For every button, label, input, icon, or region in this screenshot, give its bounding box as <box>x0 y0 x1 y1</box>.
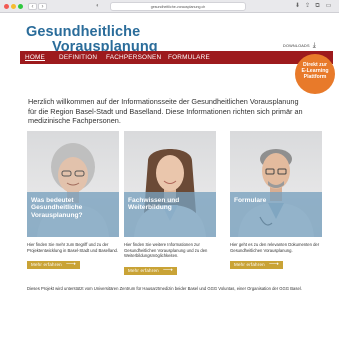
card-description: Hier finden Sie weitere Informationen zu… <box>124 242 208 258</box>
download-arrow-icon: ⤓ <box>312 42 316 49</box>
mehr-erfahren-button[interactable]: Mehr erfahren ⟶ <box>124 266 178 275</box>
card-image[interactable]: Was bedeutet Gesundheitliche Vorausplanu… <box>27 131 119 237</box>
card-description: Hier finden Sie mehr zum Begriff und zu … <box>27 242 119 253</box>
nav-item-fachpersonen[interactable]: FACHPERSONEN <box>106 51 161 64</box>
browser-toolbar: ‹ › ◐ gesundheitliche-vorausplanung.ch ⬇… <box>0 0 339 13</box>
close-window-button[interactable] <box>4 4 9 9</box>
intro-text: Herzlich willkommen auf der Informations… <box>28 97 303 125</box>
arrow-right-icon: ⟶ <box>268 261 280 268</box>
logo-line-1: Gesundheitliche <box>26 24 141 40</box>
card-image[interactable]: Formulare <box>230 131 322 237</box>
card-formulare: Formulare Hier geht es zu den relevanten… <box>230 131 322 271</box>
badge-line-3: Plattform <box>303 74 327 80</box>
back-button[interactable]: ‹ <box>28 3 37 10</box>
privacy-shield-icon[interactable]: ◐ <box>96 3 100 10</box>
card-fachwissen: Fachwissen und Weiterbildung Hier finden… <box>124 131 216 277</box>
arrow-right-icon: ⟶ <box>162 266 174 274</box>
arrow-right-icon: ⟶ <box>65 261 77 268</box>
card-title: Formulare <box>234 197 267 204</box>
card-title: Fachwissen und Weiterbildung <box>128 197 180 212</box>
tabs-icon[interactable]: ⧉ <box>314 3 321 10</box>
main-navigation: HOME DEFINITION FACHPERSONEN FORMULARE <box>20 51 333 64</box>
nav-item-home[interactable]: HOME <box>25 51 45 64</box>
card-description: Hier geht es zu den relevanten Dokumente… <box>230 242 320 253</box>
button-label: Mehr erfahren <box>31 262 62 267</box>
nav-item-formulare[interactable]: FORMULARE <box>168 51 210 64</box>
address-bar[interactable]: gesundheitliche-vorausplanung.ch <box>110 2 246 11</box>
maximize-window-button[interactable] <box>18 4 23 9</box>
e-learning-badge[interactable]: Direkt zur E-Learning Plattform <box>295 54 335 94</box>
nav-item-definition[interactable]: DEFINITION <box>59 51 97 64</box>
card-image[interactable]: Fachwissen und Weiterbildung <box>124 131 216 237</box>
mehr-erfahren-button[interactable]: Mehr erfahren ⟶ <box>27 261 81 269</box>
card-title: Was bedeutet Gesundheitliche Vorausplanu… <box>31 197 83 219</box>
button-label: Mehr erfahren <box>128 267 159 273</box>
download-icon[interactable]: ⬇ <box>294 3 301 10</box>
support-footnote: Dieses Projekt wird unterstützt vom Univ… <box>27 286 302 291</box>
mehr-erfahren-button[interactable]: Mehr erfahren ⟶ <box>230 261 284 269</box>
downloads-link[interactable]: DOWNLOADS ⤓ <box>283 42 316 49</box>
downloads-label: DOWNLOADS <box>283 44 310 48</box>
share-icon[interactable]: ⇪ <box>304 3 311 10</box>
button-label: Mehr erfahren <box>234 262 265 267</box>
sidebar-icon[interactable]: ▭ <box>325 3 332 10</box>
forward-button[interactable]: › <box>38 3 47 10</box>
card-definition: Was bedeutet Gesundheitliche Vorausplanu… <box>27 131 119 271</box>
minimize-window-button[interactable] <box>11 4 16 9</box>
